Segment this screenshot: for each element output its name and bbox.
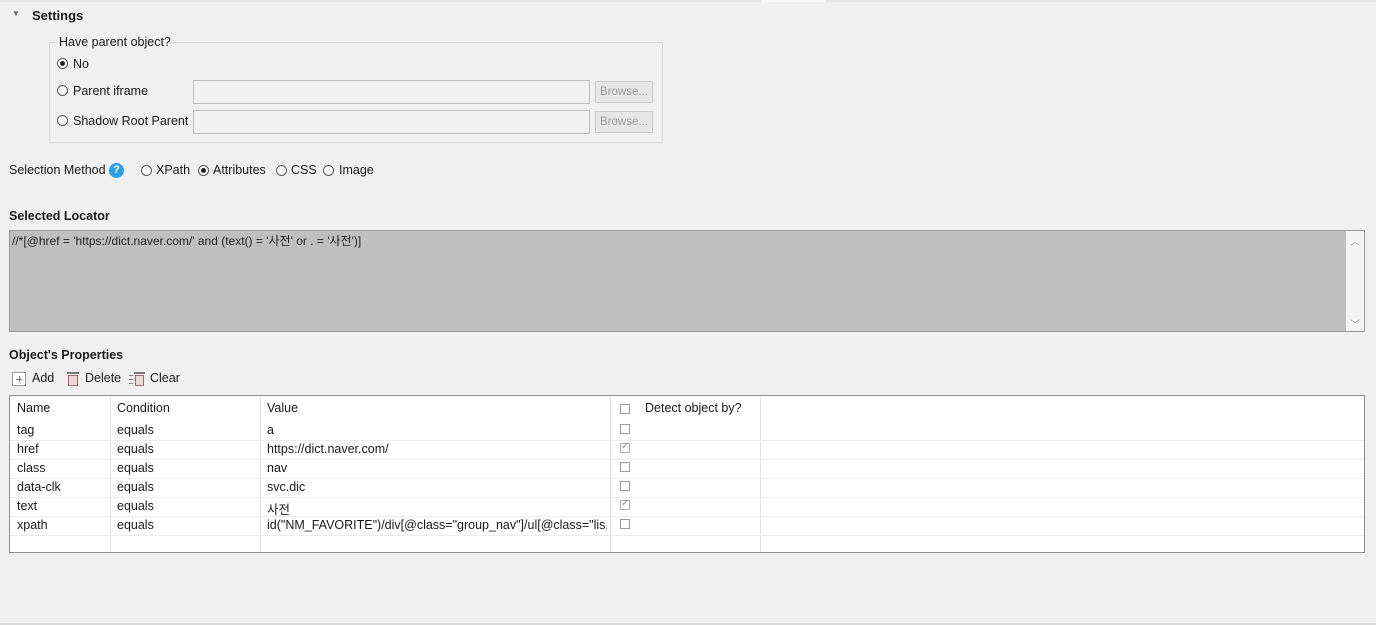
selected-locator-title: Selected Locator xyxy=(9,209,110,223)
row-value[interactable]: a xyxy=(267,423,607,437)
table-row[interactable]: xpath equals id("NM_FAVORITE")/div[@clas… xyxy=(10,516,1364,535)
delete-button[interactable]: Delete xyxy=(66,371,122,387)
table-row[interactable]: tag equals a xyxy=(10,421,1364,440)
radio-parent-iframe-label[interactable]: Parent iframe xyxy=(73,84,148,98)
table-row[interactable]: class equals nav xyxy=(10,459,1364,478)
radio-parent-iframe[interactable] xyxy=(57,85,68,96)
row-name[interactable]: tag xyxy=(17,423,34,437)
add-label: Add xyxy=(32,371,55,385)
row-condition[interactable]: equals xyxy=(117,499,154,513)
radio-shadow-root-parent[interactable] xyxy=(57,115,68,126)
row-name[interactable]: xpath xyxy=(17,518,48,532)
radio-css[interactable] xyxy=(276,165,287,176)
radio-css-label[interactable]: CSS xyxy=(291,163,317,177)
radio-attributes[interactable] xyxy=(198,165,209,176)
row-condition[interactable]: equals xyxy=(117,442,154,456)
clear-icon xyxy=(129,371,146,386)
row-name[interactable]: href xyxy=(17,442,39,456)
table-row[interactable]: href equals https://dict.naver.com/ xyxy=(10,440,1364,459)
column-header-value[interactable]: Value xyxy=(267,401,298,415)
detect-checkbox[interactable] xyxy=(620,519,630,529)
row-condition[interactable]: equals xyxy=(117,480,154,494)
clear-button[interactable]: Clear xyxy=(129,371,181,387)
scroll-down-icon[interactable]: ﹀ xyxy=(1350,316,1360,331)
top-tab-highlight xyxy=(762,0,826,2)
radio-attributes-label[interactable]: Attributes xyxy=(213,163,266,177)
top-border xyxy=(0,0,1376,2)
shadow-root-field[interactable] xyxy=(193,110,590,134)
table-row[interactable]: text equals 사전 xyxy=(10,497,1364,517)
parent-iframe-field[interactable] xyxy=(193,80,590,104)
radio-image[interactable] xyxy=(323,165,334,176)
column-header-name[interactable]: Name xyxy=(17,401,50,415)
parent-iframe-browse-button[interactable]: Browse... xyxy=(595,81,653,103)
detect-checkbox[interactable] xyxy=(620,498,630,510)
detect-checkbox[interactable] xyxy=(620,441,630,453)
clear-label: Clear xyxy=(150,371,180,385)
radio-no-label[interactable]: No xyxy=(73,57,89,71)
detect-checkbox[interactable] xyxy=(620,481,630,491)
row-name[interactable]: data-clk xyxy=(17,480,61,494)
row-condition[interactable]: equals xyxy=(117,518,154,532)
radio-image-label[interactable]: Image xyxy=(339,163,374,177)
select-all-checkbox[interactable] xyxy=(620,404,630,414)
help-icon[interactable]: ? xyxy=(109,163,124,178)
selection-method-label: Selection Method xyxy=(9,163,106,177)
row-condition[interactable]: equals xyxy=(117,423,154,437)
detect-checkbox[interactable] xyxy=(620,462,630,472)
add-button[interactable]: Add xyxy=(12,371,57,388)
row-value[interactable]: nav xyxy=(267,461,607,475)
row-value[interactable]: id("NM_FAVORITE")/div[@class="group_nav"… xyxy=(267,518,607,532)
delete-label: Delete xyxy=(85,371,122,385)
radio-no[interactable] xyxy=(57,58,68,69)
locator-value[interactable]: //*[@href = 'https://dict.naver.com/' an… xyxy=(12,232,361,249)
radio-xpath[interactable] xyxy=(141,165,152,176)
settings-title[interactable]: Settings xyxy=(32,8,83,23)
object-properties-title: Object's Properties xyxy=(9,348,124,362)
detect-checkbox[interactable] xyxy=(620,424,630,434)
scroll-up-icon[interactable]: ︿ xyxy=(1350,233,1360,248)
trash-icon xyxy=(67,371,79,386)
add-icon xyxy=(12,372,26,386)
row-name[interactable]: class xyxy=(17,461,45,475)
row-condition[interactable]: equals xyxy=(117,461,154,475)
collapse-arrow-icon[interactable]: ▼ xyxy=(12,9,20,18)
parent-object-legend: Have parent object? xyxy=(57,35,173,49)
column-header-detect[interactable]: Detect object by? xyxy=(645,401,742,415)
radio-shadow-root-label[interactable]: Shadow Root Parent xyxy=(73,114,188,128)
table-row[interactable]: data-clk equals svc.dic xyxy=(10,478,1364,497)
row-value[interactable]: https://dict.naver.com/ xyxy=(267,442,607,456)
row-value[interactable]: svc.dic xyxy=(267,480,607,494)
column-header-condition[interactable]: Condition xyxy=(117,401,170,415)
radio-xpath-label[interactable]: XPath xyxy=(156,163,190,177)
row-separator xyxy=(10,535,1364,536)
row-name[interactable]: text xyxy=(17,499,37,513)
shadow-root-browse-button[interactable]: Browse... xyxy=(595,111,653,133)
